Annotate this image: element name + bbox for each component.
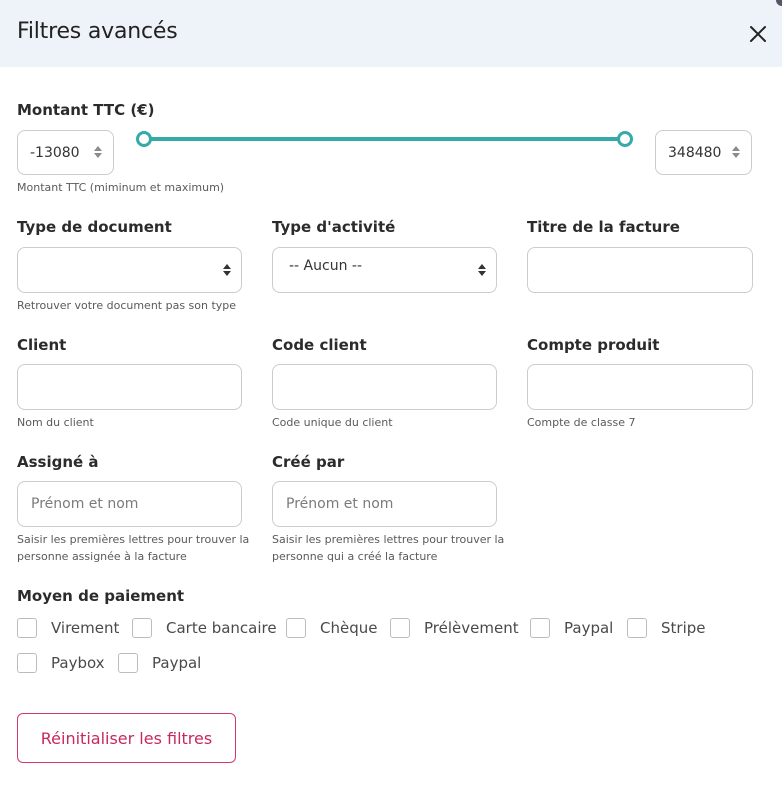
amount-range-slider[interactable]: [144, 137, 625, 141]
reset-filters-button[interactable]: Réinitialiser les filtres: [17, 713, 236, 763]
payment-option-label: Carte bancaire: [166, 619, 277, 637]
created-by-help-line2: personne qui a créé la facture: [272, 550, 438, 563]
checkbox[interactable]: [17, 653, 37, 673]
assigned-to-help-line1: Saisir les premières lettres pour trouve…: [17, 533, 250, 546]
payment-option-label: Paybox: [51, 654, 105, 672]
payment-option-prelevement[interactable]: Prélèvement: [390, 618, 519, 638]
payment-option-paypal[interactable]: Paypal: [530, 618, 613, 638]
assigned-to-input[interactable]: Prénom et nom: [17, 481, 242, 527]
checkbox[interactable]: [118, 653, 138, 673]
invoice-title-label: Titre de la facture: [527, 218, 680, 236]
checkbox[interactable]: [286, 618, 306, 638]
stepper-icon[interactable]: [730, 144, 742, 162]
checkbox[interactable]: [627, 618, 647, 638]
doc-type-help: Retrouver votre document pas son type: [17, 299, 237, 312]
select-arrows-icon: [478, 264, 488, 278]
amount-min-input[interactable]: -13080: [17, 130, 114, 175]
activity-type-select[interactable]: -- Aucun --: [272, 247, 497, 293]
payment-option-virement[interactable]: Virement: [17, 618, 119, 638]
assigned-to-placeholder: Prénom et nom: [31, 496, 139, 512]
doc-type-label: Type de document: [17, 218, 172, 236]
payment-label: Moyen de paiement: [17, 587, 185, 605]
payment-option-stripe[interactable]: Stripe: [627, 618, 706, 638]
payment-option-cheque[interactable]: Chèque: [286, 618, 377, 638]
amount-help: Montant TTC (miminum et maximum): [17, 181, 225, 194]
amount-min-value: -13080: [30, 145, 80, 161]
product-account-label: Compte produit: [527, 336, 660, 354]
payment-option-label: Paypal: [564, 619, 614, 637]
close-icon: [750, 26, 766, 42]
client-label: Client: [17, 336, 67, 354]
amount-label: Montant TTC (€): [17, 101, 155, 119]
client-code-input[interactable]: [272, 364, 497, 410]
client-input[interactable]: [17, 364, 242, 410]
select-arrows-icon: [223, 264, 233, 278]
amount-max-value: 348480: [668, 145, 722, 161]
checkbox[interactable]: [390, 618, 410, 638]
created-by-input[interactable]: Prénom et nom: [272, 481, 497, 527]
payment-option-paypal-2[interactable]: Paypal: [118, 653, 201, 673]
payment-option-label: Prélèvement: [424, 619, 519, 637]
client-code-help: Code unique du client: [272, 416, 393, 429]
checkbox[interactable]: [17, 618, 37, 638]
assigned-to-help: Saisir les premières lettres pour trouve…: [17, 531, 249, 565]
checkbox[interactable]: [132, 618, 152, 638]
payment-option-label: Stripe: [661, 619, 706, 637]
modal-header: Filtres avancés: [0, 0, 782, 67]
invoice-title-input[interactable]: [527, 247, 753, 293]
product-account-input[interactable]: [527, 364, 753, 410]
assigned-to-help-line2: personne assignée à la facture: [17, 550, 187, 563]
payment-option-label: Paypal: [152, 654, 202, 672]
payment-option-carte-bancaire[interactable]: Carte bancaire: [132, 618, 277, 638]
checkbox[interactable]: [530, 618, 550, 638]
product-account-help: Compte de classe 7: [527, 416, 636, 429]
created-by-help: Saisir les premières lettres pour trouve…: [272, 531, 504, 565]
payment-option-label: Virement: [51, 619, 120, 637]
close-button[interactable]: [746, 22, 770, 46]
payment-option-label: Chèque: [320, 619, 378, 637]
client-help: Nom du client: [17, 416, 94, 429]
client-code-label: Code client: [272, 336, 367, 354]
activity-type-value: -- Aucun --: [289, 258, 363, 274]
slider-min-handle[interactable]: [136, 131, 152, 147]
created-by-help-line1: Saisir les premières lettres pour trouve…: [272, 533, 505, 546]
modal-title: Filtres avancés: [17, 19, 178, 44]
payment-option-paybox[interactable]: Paybox: [17, 653, 105, 673]
amount-max-input[interactable]: 348480: [655, 130, 752, 175]
stepper-icon[interactable]: [92, 144, 104, 162]
doc-type-select[interactable]: [17, 247, 242, 293]
activity-type-label: Type d'activité: [272, 218, 396, 236]
created-by-label: Créé par: [272, 453, 345, 471]
assigned-to-label: Assigné à: [17, 453, 99, 471]
created-by-placeholder: Prénom et nom: [286, 496, 394, 512]
slider-max-handle[interactable]: [617, 131, 633, 147]
